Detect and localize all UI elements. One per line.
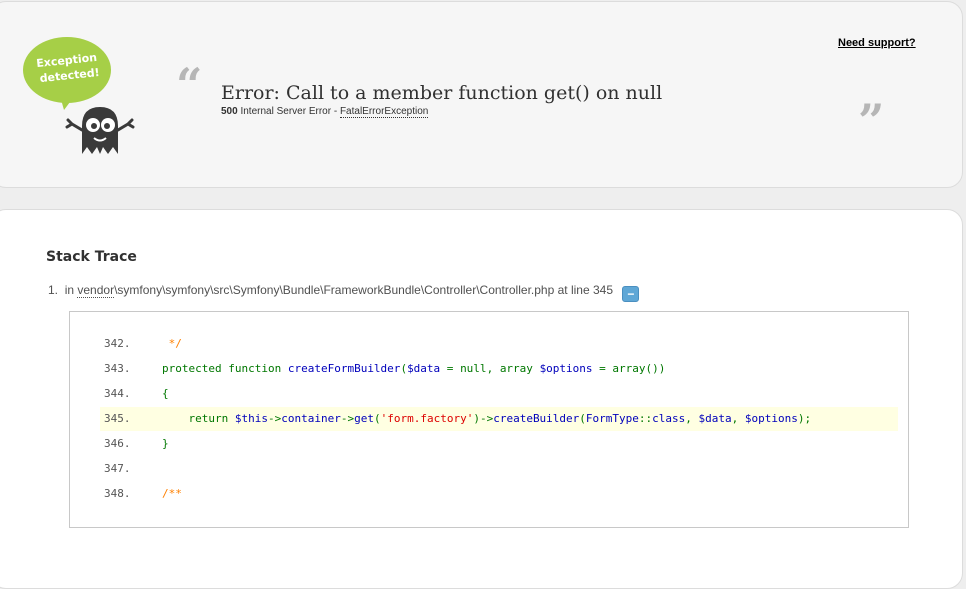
stack-trace-title: Stack Trace xyxy=(46,249,137,265)
need-support-link[interactable]: Need support? xyxy=(838,37,916,49)
error-status: 500 Internal Server Error - FatalErrorEx… xyxy=(221,106,429,118)
status-text: Internal Server Error - xyxy=(240,106,338,117)
code-line-text: } xyxy=(162,437,169,450)
code-line-text: { xyxy=(162,387,169,400)
code-line-number: 345. xyxy=(104,412,131,425)
code-line: 344. { xyxy=(100,382,898,406)
error-message: Error: Call to a member function get() o… xyxy=(221,82,663,104)
code-line-text: return $this->container->get('form.facto… xyxy=(188,412,812,425)
code-snippet: 342. */ 343. protected function createForm… xyxy=(69,311,909,528)
code-line: 348. /** xyxy=(100,482,898,506)
code-line: 347. xyxy=(100,457,898,481)
code-line-number: 347. xyxy=(104,462,131,475)
trace-vendor-abbr[interactable]: vendor xyxy=(77,283,115,298)
trace-entry: 1. in vendor\symfony\symfony\src\Symfony… xyxy=(48,283,640,302)
close-quote-icon: ” xyxy=(858,94,885,148)
code-line: 346.} xyxy=(100,432,898,456)
code-line-text: protected function createFormBuilder($da… xyxy=(162,362,666,375)
code-line-number: 346. xyxy=(104,437,131,450)
open-quote-icon: “ xyxy=(176,58,203,112)
code-line-number: 344. xyxy=(104,387,131,400)
code-line-text: */ xyxy=(162,337,182,350)
code-line-text: /** xyxy=(162,487,182,500)
code-line: 342. */ xyxy=(100,332,898,356)
exception-mascot-icon: Exception detected! xyxy=(23,37,135,154)
exception-class-link[interactable]: FatalErrorException xyxy=(339,106,429,118)
code-line-number: 342. xyxy=(104,337,131,350)
trace-index: 1. xyxy=(48,283,59,297)
code-line-number: 348. xyxy=(104,487,131,500)
code-line-number: 343. xyxy=(104,362,131,375)
code-line: 343. protected function createFormBuilder… xyxy=(100,357,898,381)
trace-prefix: in xyxy=(64,283,75,297)
collapse-toggle-button[interactable]: − xyxy=(622,286,640,302)
trace-file-path: \symfony\symfony\src\Symfony\Bundle\Fram… xyxy=(114,283,555,297)
code-line: 345. return $this->container->get('form.… xyxy=(100,407,898,431)
trace-line-suffix: at line 345 xyxy=(557,283,613,297)
status-code: 500 xyxy=(221,106,238,117)
